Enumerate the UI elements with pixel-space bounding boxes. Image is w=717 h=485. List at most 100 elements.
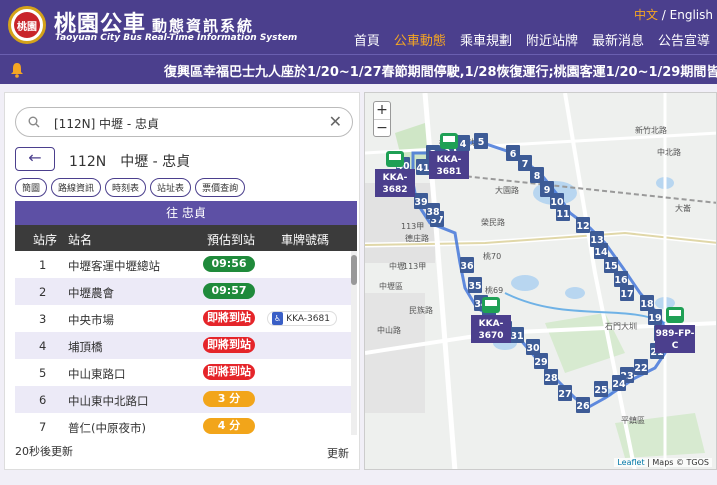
stop-name: 中壢農會 [68, 286, 114, 300]
map-stop-marker[interactable]: 5 [474, 133, 488, 149]
map-stop-marker[interactable]: 31 [510, 327, 524, 343]
stop-name: 中山東路口 [68, 367, 126, 381]
table-header: 站序 站名 預估到站 車牌號碼 [15, 225, 357, 251]
direction-tab[interactable]: 往 忠貞 [15, 201, 357, 225]
map-stop-number: 17 [620, 289, 633, 300]
stop-name: 埔頂橋 [68, 340, 103, 354]
map-stop-number: 16 [614, 275, 628, 286]
map-stop-marker[interactable]: 24 [612, 375, 626, 391]
map-place-label: 大園路 [495, 185, 519, 195]
map-stop-marker[interactable]: 39 [414, 193, 428, 209]
map-stop-marker[interactable]: 4 [456, 135, 470, 151]
map-place-label: 民族路 [409, 305, 433, 315]
map-stop-marker[interactable]: 7 [518, 155, 532, 171]
leaflet-link[interactable]: Leaflet [617, 458, 644, 467]
map-place-label: 榮民路 [481, 217, 505, 227]
map-place-label: 桃69 [485, 285, 503, 295]
map-stop-marker[interactable]: 14 [594, 243, 608, 259]
simple-map-button[interactable]: 簡圖 [15, 178, 48, 197]
map-stop-marker[interactable]: 26 [576, 397, 590, 413]
eta-badge: 3 分 [203, 391, 255, 407]
map-stop-number: 26 [576, 401, 590, 412]
map-stop-marker[interactable]: 12 [576, 217, 590, 233]
map-stop-number: 38 [426, 207, 440, 218]
map-stop-marker[interactable]: 8 [530, 167, 544, 183]
map-place-label: 113甲 [403, 262, 426, 271]
map-stop-marker[interactable]: 18 [640, 295, 654, 311]
stop-list-scrollbar[interactable] [351, 251, 357, 435]
table-row[interactable]: 6 中山東中北路口 3 分 [15, 386, 351, 413]
map-stop-number: 19 [648, 313, 661, 324]
zoom-out-button[interactable]: − [374, 119, 390, 136]
map-stop-marker[interactable]: 25 [594, 381, 608, 397]
map-stop-marker[interactable]: 19 [648, 309, 662, 325]
lang-en[interactable]: English [670, 8, 713, 22]
zoom-in-button[interactable]: + [374, 102, 390, 119]
map-stop-marker[interactable]: 11 [556, 205, 570, 221]
language-switch: 中文 / English [634, 6, 713, 23]
table-row[interactable]: 4 埔頂橋 即將到站 [15, 332, 351, 359]
map-place-label: 德庄路 [405, 233, 429, 243]
map-stop-marker[interactable]: 36 [460, 257, 474, 273]
announcement-text[interactable]: 復興區幸福巴士九人座於1/20~1/27春節期間停駛,1/28恢復運行;桃園客運… [164, 61, 717, 80]
back-button[interactable]: ← [15, 147, 55, 171]
map-stop-marker[interactable]: 30 [526, 339, 540, 355]
map-stop-number: 27 [558, 389, 571, 400]
route-map[interactable]: 中壢中壢區桃園航空城新竹北路中北路榮民路德庄路大崙平鎮區中山路大園路113甲11… [364, 92, 717, 470]
stop-address-button[interactable]: 站址表 [150, 178, 192, 197]
route-info-button[interactable]: 路線資訊 [51, 178, 102, 197]
map-stop-number: 35 [468, 281, 481, 292]
map-stop-marker[interactable]: 27 [558, 385, 572, 401]
app-title-en: Taoyuan City Bus Real-Time Information S… [55, 33, 298, 43]
map-stop-marker[interactable]: 22 [634, 359, 648, 375]
table-row[interactable]: 1 中壢客運中壢總站 09:56 [15, 251, 351, 278]
map-stop-marker[interactable]: 41 [416, 159, 430, 175]
search-value: [112N] 中壢 - 忠貞 [54, 117, 160, 131]
map-stop-marker[interactable]: 38 [426, 203, 440, 219]
map-canvas[interactable]: 中壢中壢區桃園航空城新竹北路中北路榮民路德庄路大崙平鎮區中山路大園路113甲11… [365, 93, 717, 470]
nav-announcements[interactable]: 公告宣導 [651, 30, 717, 49]
map-stop-marker[interactable]: 28 [544, 369, 558, 385]
scrollbar-thumb[interactable] [351, 255, 357, 285]
map-stop-number: 8 [534, 171, 541, 182]
fare-query-button[interactable]: 票價查詢 [195, 178, 246, 197]
logo[interactable]: 桃園 [8, 6, 46, 44]
timetable-button[interactable]: 時刻表 [105, 178, 147, 197]
map-stop-marker[interactable]: 17 [620, 285, 634, 301]
logo-text: 桃園 [14, 12, 40, 38]
nav-bus-status[interactable]: 公車動態 [387, 30, 453, 49]
eta-badge: 即將到站 [203, 364, 255, 380]
clear-icon[interactable]: ✕ [329, 112, 342, 131]
table-row[interactable]: 7 普仁(中原夜市) 4 分 [15, 413, 351, 435]
map-stop-number: 28 [544, 373, 558, 384]
stop-name: 普仁(中原夜市) [68, 421, 146, 435]
table-row[interactable]: 3 中央市場 即將到站 ♿ KKA-3681 [15, 305, 351, 332]
nav-home[interactable]: 首頁 [347, 30, 387, 49]
eta-badge: 即將到站 [203, 310, 255, 326]
nav-news[interactable]: 最新消息 [585, 30, 651, 49]
search-icon [28, 116, 40, 128]
table-row[interactable]: 2 中壢農會 09:57 [15, 278, 351, 305]
refresh-button[interactable]: 更新 [327, 445, 349, 461]
eta-badge: 09:57 [203, 283, 255, 299]
map-stop-marker[interactable]: 29 [534, 353, 548, 369]
map-stop-number: 24 [612, 379, 626, 390]
bus-label-line1: 989-FP- [656, 329, 695, 339]
map-stop-marker[interactable]: 15 [604, 257, 618, 273]
map-stop-marker[interactable]: 16 [614, 271, 628, 287]
refresh-countdown: 20秒後更新 [15, 445, 73, 458]
nav-nearby-stops[interactable]: 附近站牌 [519, 30, 585, 49]
map-stop-marker[interactable]: 35 [468, 277, 482, 293]
stop-list: 1 中壢客運中壢總站 09:56 2 中壢農會 09:57 3 中央市場 即將到… [15, 251, 351, 435]
bus-label-line2: 3682 [382, 185, 407, 195]
table-row[interactable]: 5 中山東路口 即將到站 [15, 359, 351, 386]
route-tools: 簡圖 路線資訊 時刻表 站址表 票價查詢 [15, 178, 246, 197]
lang-zh[interactable]: 中文 [634, 8, 658, 22]
map-stop-number: 4 [460, 139, 467, 150]
col-stop-name: 站名 [68, 233, 93, 247]
nav-trip-planning[interactable]: 乘車規劃 [453, 30, 519, 49]
plate-badge[interactable]: ♿ KKA-3681 [267, 311, 337, 326]
map-stop-marker[interactable]: 6 [506, 145, 520, 161]
search-input[interactable]: [112N] 中壢 - 忠貞 ✕ [15, 107, 353, 137]
app-header: 桃園 桃園公車 動態資訊系統 Taoyuan City Bus Real-Time… [0, 0, 717, 54]
